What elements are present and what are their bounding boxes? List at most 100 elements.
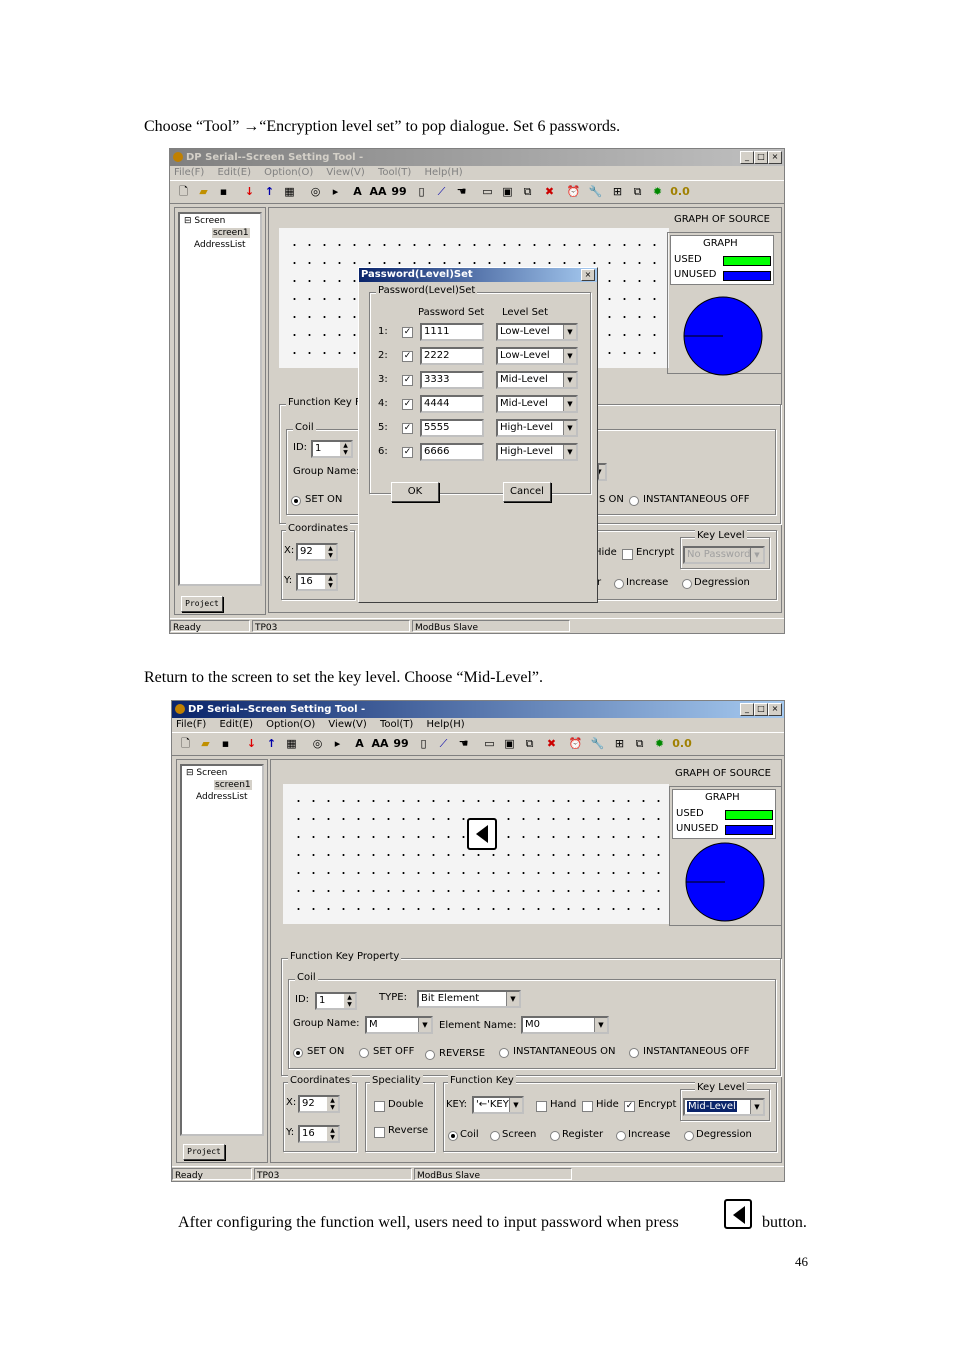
menu-tool[interactable]: Tool(T) [378, 167, 411, 178]
password-input[interactable]: 3333 [420, 371, 484, 389]
project-tab[interactable]: Project [183, 1144, 225, 1160]
tree-item-screen[interactable]: ⊟ Screen [186, 768, 227, 778]
password-input[interactable]: 5555 [420, 419, 484, 437]
ok-button[interactable]: OK [391, 482, 439, 502]
minimize-button[interactable]: _ [740, 703, 754, 716]
decimal-icon[interactable]: 0.0 [672, 736, 692, 751]
x-spinner[interactable]: 92 ▲ ▼ [298, 1095, 340, 1113]
upload-arrow-icon[interactable]: ↑ [264, 736, 279, 751]
spin-arrows-icon[interactable]: ▲ ▼ [327, 1097, 338, 1111]
degression-radio[interactable] [682, 579, 692, 589]
meter-icon[interactable]: ▯ [416, 736, 431, 751]
hand-icon[interactable]: ☚ [454, 184, 469, 199]
element-name-dropdown-edge[interactable]: ▼ [597, 463, 607, 481]
hand-icon[interactable]: ☚ [456, 736, 471, 751]
pages-icon[interactable]: ⧉ [632, 736, 647, 751]
open-folder-icon[interactable]: ▰ [196, 184, 211, 199]
reverse-checkbox[interactable] [374, 1127, 385, 1138]
alarm-clock-icon[interactable]: ⏰ [568, 736, 583, 751]
chevron-down-icon[interactable]: ▼ [509, 1098, 522, 1112]
add-box-icon[interactable]: ⊞ [612, 736, 627, 751]
grid-icon[interactable]: ▦ [282, 184, 297, 199]
password-input[interactable]: 2222 [420, 347, 484, 365]
minimize-button[interactable]: _ [740, 151, 754, 164]
circle-target-icon[interactable]: ◎ [310, 736, 325, 751]
chevron-down-icon[interactable]: ▼ [563, 349, 576, 363]
spin-arrows-icon[interactable]: ▲ ▼ [340, 442, 351, 456]
x-spinner[interactable]: 92 ▲ ▼ [296, 543, 338, 561]
text-a-icon[interactable]: A [352, 736, 367, 751]
new-file-icon[interactable]: 🗋 [176, 184, 191, 199]
tree-item-screen[interactable]: ⊟ Screen [184, 216, 225, 226]
password-input[interactable]: 6666 [420, 443, 484, 461]
chevron-down-icon[interactable]: ▼ [563, 397, 576, 411]
level-dropdown[interactable]: Low-Level ▼ [496, 323, 578, 341]
chevron-down-icon[interactable]: ▼ [506, 992, 519, 1006]
grid-icon[interactable]: ▦ [284, 736, 299, 751]
element-name-dropdown[interactable]: M0 ▼ [521, 1016, 609, 1034]
pages-icon[interactable]: ⧉ [630, 184, 645, 199]
line-chart-icon[interactable]: ⟋ [434, 184, 449, 199]
set-on-radio[interactable] [291, 496, 301, 506]
maximize-button[interactable]: □ [754, 703, 768, 716]
password-enable-checkbox[interactable]: ✓ [402, 447, 413, 458]
encrypt-checkbox[interactable] [622, 549, 633, 560]
meter-icon[interactable]: ▯ [414, 184, 429, 199]
chevron-down-icon[interactable]: ▼ [418, 1018, 431, 1032]
menu-help[interactable]: Help(H) [425, 167, 463, 178]
inst-off-radio[interactable] [629, 1048, 639, 1058]
tree-item-addresslist[interactable]: AddressList [194, 240, 246, 250]
upload-arrow-icon[interactable]: ↑ [262, 184, 277, 199]
chevron-down-icon[interactable]: ▼ [563, 421, 576, 435]
copy-icon[interactable]: ⧉ [520, 184, 535, 199]
level-dropdown[interactable]: High-Level ▼ [496, 419, 578, 437]
increase-radio[interactable] [614, 579, 624, 589]
menu-tool[interactable]: Tool(T) [380, 719, 413, 730]
tree-item-screen1[interactable]: screen1 [212, 228, 250, 238]
chevron-down-icon[interactable]: ▼ [563, 373, 576, 387]
decimal-icon[interactable]: 0.0 [670, 184, 690, 199]
type-dropdown[interactable]: Bit Element ▼ [417, 990, 521, 1008]
chevron-down-icon[interactable]: ▼ [594, 1018, 607, 1032]
spin-arrows-icon[interactable]: ▲ ▼ [327, 1127, 338, 1141]
menu-view[interactable]: View(V) [328, 719, 366, 730]
increase-radio[interactable] [616, 1131, 626, 1141]
spin-arrows-icon[interactable]: ▲ ▼ [325, 575, 336, 589]
id-spinner[interactable]: 1 ▲ ▼ [315, 992, 357, 1010]
hand-checkbox[interactable] [536, 1101, 547, 1112]
project-tab[interactable]: Project [181, 596, 223, 612]
menu-file[interactable]: File(F) [174, 167, 204, 178]
rectangle-icon[interactable]: ▭ [482, 736, 497, 751]
cancel-button[interactable]: Cancel [503, 482, 551, 502]
set-on-radio[interactable] [293, 1048, 303, 1058]
window-icon[interactable]: ▣ [500, 184, 515, 199]
number-99-icon[interactable]: 99 [392, 736, 410, 751]
save-icon[interactable]: ▪ [216, 184, 231, 199]
open-folder-icon[interactable]: ▰ [198, 736, 213, 751]
text-a-icon[interactable]: A [350, 184, 365, 199]
spin-arrows-icon[interactable]: ▲ ▼ [325, 545, 336, 559]
text-aa-icon[interactable]: AA [368, 184, 388, 199]
y-spinner[interactable]: 16 ▲ ▼ [296, 573, 338, 591]
password-enable-checkbox[interactable]: ✓ [402, 423, 413, 434]
hide-checkbox[interactable] [582, 1101, 593, 1112]
level-dropdown[interactable]: Mid-Level ▼ [496, 395, 578, 413]
key-level-dropdown[interactable]: Mid-Level ▼ [683, 1098, 765, 1116]
spin-arrows-icon[interactable]: ▲ ▼ [344, 994, 355, 1008]
menu-edit[interactable]: Edit(E) [217, 167, 251, 178]
register-radio[interactable] [550, 1131, 560, 1141]
save-icon[interactable]: ▪ [218, 736, 233, 751]
key-dropdown[interactable]: '←'KEY▼ [472, 1096, 524, 1114]
screen-canvas[interactable] [283, 784, 669, 924]
text-aa-icon[interactable]: AA [370, 736, 390, 751]
level-dropdown[interactable]: Low-Level ▼ [496, 347, 578, 365]
maximize-button[interactable]: □ [754, 151, 768, 164]
wrench-icon[interactable]: 🔧 [588, 184, 603, 199]
back-key-button[interactable] [467, 818, 497, 850]
close-button[interactable]: × [768, 703, 782, 716]
menu-view[interactable]: View(V) [326, 167, 364, 178]
dialog-close-button[interactable]: × [581, 269, 595, 281]
play-box-icon[interactable]: ▸ [330, 736, 345, 751]
password-input[interactable]: 1111 [420, 323, 484, 341]
menu-option[interactable]: Option(O) [264, 167, 313, 178]
